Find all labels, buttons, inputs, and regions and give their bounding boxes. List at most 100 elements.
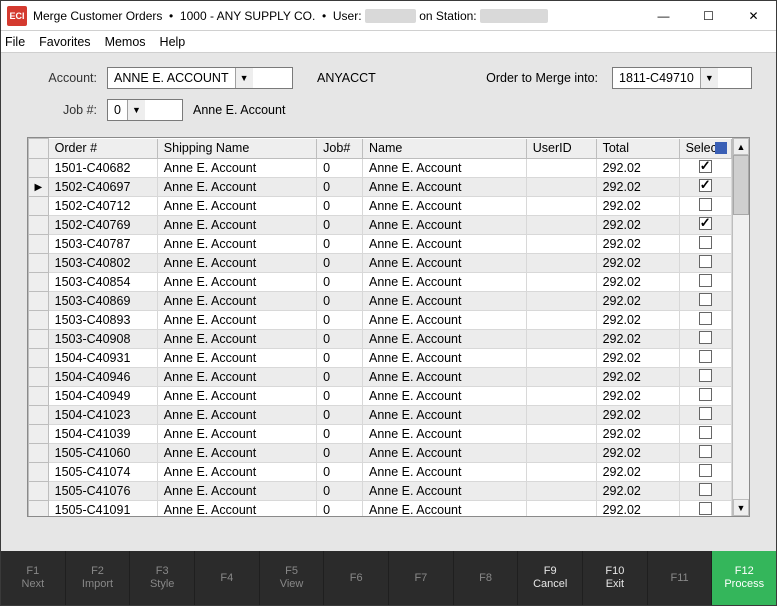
scroll-track[interactable] (733, 155, 749, 499)
table-row[interactable]: 1504-C40946Anne E. Account0Anne E. Accou… (29, 368, 732, 387)
job-combo[interactable]: 0 ▼ (107, 99, 183, 121)
cell-select[interactable] (679, 406, 731, 425)
menu-memos[interactable]: Memos (105, 35, 146, 49)
table-row[interactable]: 1504-C40949Anne E. Account0Anne E. Accou… (29, 387, 732, 406)
cell-select[interactable] (679, 501, 731, 517)
cell-job: 0 (317, 197, 363, 216)
fkey-key: F5 (285, 565, 298, 578)
titlebar[interactable]: ECI Merge Customer Orders • 1000 - ANY S… (1, 1, 776, 31)
table-row[interactable]: 1505-C41076Anne E. Account0Anne E. Accou… (29, 482, 732, 501)
checkbox-icon[interactable] (699, 483, 712, 496)
checkbox-icon[interactable] (699, 407, 712, 420)
select-all-icon[interactable] (715, 142, 727, 154)
cell-select[interactable] (679, 425, 731, 444)
checkbox-icon[interactable] (699, 255, 712, 268)
cell-select[interactable] (679, 254, 731, 273)
table-row[interactable]: 1505-C41091Anne E. Account0Anne E. Accou… (29, 501, 732, 517)
vertical-scrollbar[interactable]: ▲ ▼ (732, 138, 749, 516)
maximize-button[interactable]: ☐ (686, 1, 731, 31)
table-row[interactable]: 1503-C40854Anne E. Account0Anne E. Accou… (29, 273, 732, 292)
scroll-down-icon[interactable]: ▼ (733, 499, 749, 516)
checkbox-icon[interactable] (699, 312, 712, 325)
col-name[interactable]: Name (363, 139, 527, 159)
fkey-key: F2 (91, 565, 104, 578)
cell-select[interactable] (679, 387, 731, 406)
table-row[interactable]: 1504-C41039Anne E. Account0Anne E. Accou… (29, 425, 732, 444)
minimize-button[interactable]: — (641, 1, 686, 31)
table-row[interactable]: 1504-C40931Anne E. Account0Anne E. Accou… (29, 349, 732, 368)
cell-select[interactable] (679, 216, 731, 235)
checkbox-icon[interactable] (699, 350, 712, 363)
fkey-label: Next (22, 578, 45, 591)
cell-select[interactable] (679, 444, 731, 463)
menu-help[interactable]: Help (160, 35, 186, 49)
col-total[interactable]: Total (596, 139, 679, 159)
cell-order: 1502-C40712 (48, 197, 157, 216)
fkey-f12-process[interactable]: F12Process (712, 551, 776, 605)
col-shipping[interactable]: Shipping Name (157, 139, 316, 159)
checkbox-icon[interactable] (699, 293, 712, 306)
table-row[interactable]: 1502-C40769Anne E. Account0Anne E. Accou… (29, 216, 732, 235)
chevron-down-icon[interactable]: ▼ (235, 68, 253, 88)
menu-file[interactable]: File (5, 35, 25, 49)
table-row[interactable]: 1503-C40908Anne E. Account0Anne E. Accou… (29, 330, 732, 349)
col-job[interactable]: Job# (317, 139, 363, 159)
checkbox-icon[interactable] (699, 179, 712, 192)
orders-table[interactable]: Order # Shipping Name Job# Name UserID T… (28, 138, 732, 516)
checkbox-icon[interactable] (699, 369, 712, 382)
cell-select[interactable] (679, 178, 731, 197)
cell-select[interactable] (679, 463, 731, 482)
cell-select[interactable] (679, 311, 731, 330)
table-row[interactable]: 1503-C40787Anne E. Account0Anne E. Accou… (29, 235, 732, 254)
chevron-down-icon[interactable]: ▼ (127, 100, 145, 120)
cell-order: 1505-C41076 (48, 482, 157, 501)
cell-select[interactable] (679, 292, 731, 311)
checkbox-icon[interactable] (699, 388, 712, 401)
cell-select[interactable] (679, 197, 731, 216)
checkbox-icon[interactable] (699, 445, 712, 458)
table-row[interactable]: 1505-C41074Anne E. Account0Anne E. Accou… (29, 463, 732, 482)
row-indicator (29, 444, 49, 463)
table-row[interactable]: 1505-C41060Anne E. Account0Anne E. Accou… (29, 444, 732, 463)
fkey-f9-cancel[interactable]: F9Cancel (518, 551, 583, 605)
cell-select[interactable] (679, 330, 731, 349)
table-row[interactable]: 1501-C40682Anne E. Account0Anne E. Accou… (29, 159, 732, 178)
table-row[interactable]: 1503-C40869Anne E. Account0Anne E. Accou… (29, 292, 732, 311)
cell-userid (526, 482, 596, 501)
col-order[interactable]: Order # (48, 139, 157, 159)
fkey-key: F3 (156, 565, 169, 578)
checkbox-icon[interactable] (699, 274, 712, 287)
table-row[interactable]: 1502-C40712Anne E. Account0Anne E. Accou… (29, 197, 732, 216)
fkey-f10-exit[interactable]: F10Exit (583, 551, 648, 605)
account-combo[interactable]: ANNE E. ACCOUNT ▼ (107, 67, 293, 89)
cell-select[interactable] (679, 273, 731, 292)
col-select[interactable]: Select (679, 139, 731, 159)
checkbox-icon[interactable] (699, 502, 712, 515)
order-merge-combo[interactable]: 1811-C49710 ▼ (612, 67, 752, 89)
table-row[interactable]: ▶1502-C40697Anne E. Account0Anne E. Acco… (29, 178, 732, 197)
checkbox-icon[interactable] (699, 236, 712, 249)
chevron-down-icon[interactable]: ▼ (700, 68, 718, 88)
checkbox-icon[interactable] (699, 464, 712, 477)
scroll-thumb[interactable] (733, 155, 749, 215)
cell-select[interactable] (679, 368, 731, 387)
cell-total: 292.02 (596, 349, 679, 368)
cell-select[interactable] (679, 349, 731, 368)
col-userid[interactable]: UserID (526, 139, 596, 159)
cell-select[interactable] (679, 482, 731, 501)
menu-favorites[interactable]: Favorites (39, 35, 90, 49)
cell-select[interactable] (679, 235, 731, 254)
close-button[interactable]: ✕ (731, 1, 776, 31)
cell-select[interactable] (679, 159, 731, 178)
checkbox-icon[interactable] (699, 331, 712, 344)
checkbox-icon[interactable] (699, 160, 712, 173)
table-row[interactable]: 1503-C40893Anne E. Account0Anne E. Accou… (29, 311, 732, 330)
cell-name: Anne E. Account (363, 235, 527, 254)
checkbox-icon[interactable] (699, 426, 712, 439)
scroll-up-icon[interactable]: ▲ (733, 138, 749, 155)
checkbox-icon[interactable] (699, 198, 712, 211)
table-row[interactable]: 1504-C41023Anne E. Account0Anne E. Accou… (29, 406, 732, 425)
cell-userid (526, 235, 596, 254)
table-row[interactable]: 1503-C40802Anne E. Account0Anne E. Accou… (29, 254, 732, 273)
checkbox-icon[interactable] (699, 217, 712, 230)
